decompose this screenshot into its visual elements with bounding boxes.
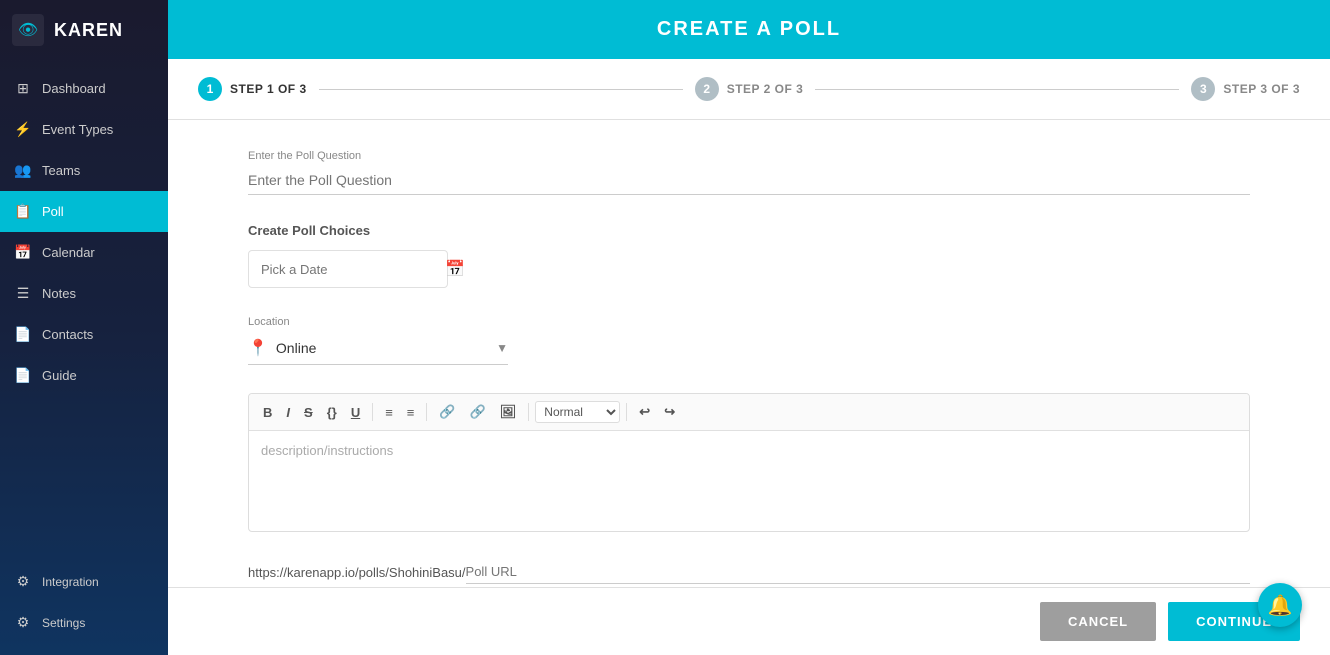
form-footer: CANCEL CONTINUE <box>168 587 1330 655</box>
sidebar-item-label-settings: Settings <box>42 616 85 630</box>
step-2-label: STEP 2 OF 3 <box>727 82 804 96</box>
settings-icon: ⚙ <box>14 614 32 631</box>
sidebar-item-label-guide: Guide <box>42 368 77 383</box>
notes-icon: ☰ <box>14 285 32 302</box>
sidebar-item-integration[interactable]: ⚙ Integration <box>0 561 168 602</box>
sidebar-item-calendar[interactable]: 📅 Calendar <box>0 232 168 273</box>
sidebar-item-contacts[interactable]: 📄 Contacts <box>0 314 168 355</box>
format-select[interactable]: Normal Heading 1 Heading 2 Heading 3 <box>535 401 620 423</box>
date-picker-row[interactable]: 📅 <box>248 250 448 288</box>
calendar-picker-icon[interactable]: 📅 <box>445 259 465 279</box>
editor-placeholder: description/instructions <box>261 443 393 458</box>
choices-title: Create Poll Choices <box>248 223 1250 238</box>
location-select[interactable]: Online In Person Other <box>276 340 488 356</box>
poll-header-title: CREATE A POLL <box>657 18 841 40</box>
editor-toolbar: B I S {} U ≡ ≡ 🔗 🔗 🖼 Normal Heading 1 <box>249 394 1249 431</box>
step-3: 3 STEP 3 OF 3 <box>1191 77 1300 101</box>
sidebar-item-label-notes: Notes <box>42 286 76 301</box>
poll-header: CREATE A POLL <box>168 0 1330 59</box>
sidebar-bottom: ⚙ Integration ⚙ Settings <box>0 561 168 655</box>
step-1-circle: 1 <box>198 77 222 101</box>
undo-button[interactable]: ↩ <box>633 400 656 424</box>
sidebar: 👁 KAREN ⊞ Dashboard ⚡ Event Types 👥 Team… <box>0 0 168 655</box>
unlink-button[interactable]: 🔗 <box>464 400 492 424</box>
poll-icon: 📋 <box>14 203 32 220</box>
sidebar-item-label-teams: Teams <box>42 163 80 178</box>
sidebar-item-event-types[interactable]: ⚡ Event Types <box>0 109 168 150</box>
app-logo-icon: 👁 <box>12 14 44 46</box>
sidebar-item-label-poll: Poll <box>42 204 64 219</box>
step-2: 2 STEP 2 OF 3 <box>695 77 804 101</box>
choices-group: Create Poll Choices 📅 <box>248 223 1250 288</box>
integration-icon: ⚙ <box>14 573 32 590</box>
editor-group: B I S {} U ≡ ≡ 🔗 🔗 🖼 Normal Heading 1 <box>248 393 1250 532</box>
sidebar-item-label-calendar: Calendar <box>42 245 95 260</box>
step-line-1 <box>319 89 683 90</box>
italic-button[interactable]: I <box>280 401 296 424</box>
step-2-circle: 2 <box>695 77 719 101</box>
toolbar-divider-1 <box>372 403 373 421</box>
sidebar-item-poll[interactable]: 📋 Poll <box>0 191 168 232</box>
steps-bar: 1 STEP 1 OF 3 2 STEP 2 OF 3 3 STEP 3 OF … <box>168 59 1330 120</box>
contacts-icon: 📄 <box>14 326 32 343</box>
event-types-icon: ⚡ <box>14 121 32 138</box>
poll-form-area: Enter the Poll Question Create Poll Choi… <box>168 120 1330 587</box>
main-content: CREATE A POLL 1 STEP 1 OF 3 2 STEP 2 OF … <box>168 0 1330 655</box>
sidebar-logo: 👁 KAREN <box>0 0 168 60</box>
location-pin-icon: 📍 <box>248 338 268 358</box>
toolbar-divider-3 <box>528 403 529 421</box>
sidebar-item-settings[interactable]: ⚙ Settings <box>0 602 168 643</box>
step-3-circle: 3 <box>1191 77 1215 101</box>
question-group: Enter the Poll Question <box>248 150 1250 195</box>
step-3-label: STEP 3 OF 3 <box>1223 82 1300 96</box>
bold-button[interactable]: B <box>257 401 278 424</box>
unordered-list-button[interactable]: ≡ <box>401 401 421 424</box>
notification-bell[interactable]: 🔔 <box>1258 583 1302 627</box>
question-label: Enter the Poll Question <box>248 150 1250 162</box>
ordered-list-button[interactable]: ≡ <box>379 401 399 424</box>
strikethrough-button[interactable]: S <box>298 401 319 424</box>
location-label: Location <box>248 316 1250 328</box>
step-1: 1 STEP 1 OF 3 <box>198 77 307 101</box>
sidebar-item-teams[interactable]: 👥 Teams <box>0 150 168 191</box>
underline-button[interactable]: U <box>345 401 366 424</box>
rich-text-editor: B I S {} U ≡ ≡ 🔗 🔗 🖼 Normal Heading 1 <box>248 393 1250 532</box>
editor-body[interactable]: description/instructions <box>249 431 1249 531</box>
app-name: KAREN <box>54 20 123 41</box>
sidebar-item-notes[interactable]: ☰ Notes <box>0 273 168 314</box>
location-group: Location 📍 Online In Person Other ▼ <box>248 316 1250 365</box>
teams-icon: 👥 <box>14 162 32 179</box>
cancel-button[interactable]: CANCEL <box>1040 602 1156 641</box>
redo-button[interactable]: ↪ <box>658 400 681 424</box>
sidebar-nav: ⊞ Dashboard ⚡ Event Types 👥 Teams 📋 Poll… <box>0 60 168 561</box>
link-button[interactable]: 🔗 <box>433 400 461 424</box>
sidebar-item-label-contacts: Contacts <box>42 327 93 342</box>
sidebar-item-dashboard[interactable]: ⊞ Dashboard <box>0 68 168 109</box>
calendar-icon: 📅 <box>14 244 32 261</box>
poll-url-input[interactable] <box>466 560 1250 584</box>
step-1-label: STEP 1 OF 3 <box>230 82 307 96</box>
guide-icon: 📄 <box>14 367 32 384</box>
date-picker-input[interactable] <box>261 262 437 277</box>
location-chevron-icon: ▼ <box>496 341 508 355</box>
code-block-button[interactable]: {} <box>321 401 343 424</box>
image-button[interactable]: 🖼 <box>494 400 523 424</box>
sidebar-item-label-dashboard: Dashboard <box>42 81 106 96</box>
question-input[interactable] <box>248 166 1250 195</box>
dashboard-icon: ⊞ <box>14 80 32 97</box>
poll-url-base: https://karenapp.io/polls/ShohiniBasu/ <box>248 565 466 580</box>
step-line-2 <box>815 89 1179 90</box>
toolbar-divider-4 <box>626 403 627 421</box>
sidebar-item-label-event-types: Event Types <box>42 122 113 137</box>
sidebar-item-label-integration: Integration <box>42 575 99 589</box>
sidebar-item-guide[interactable]: 📄 Guide <box>0 355 168 396</box>
toolbar-divider-2 <box>426 403 427 421</box>
location-row: 📍 Online In Person Other ▼ <box>248 332 508 365</box>
poll-url-row: https://karenapp.io/polls/ShohiniBasu/ <box>248 560 1250 584</box>
